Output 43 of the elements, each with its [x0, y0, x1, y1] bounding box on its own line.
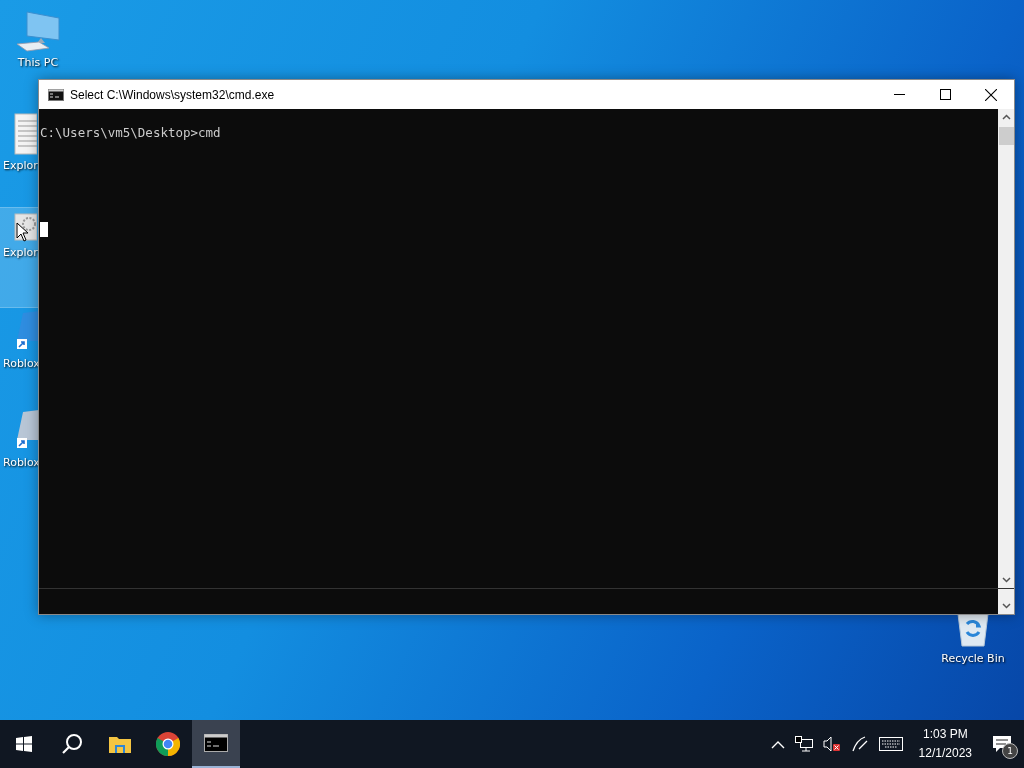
terminal-icon [204, 734, 228, 752]
mouse-pointer-icon [16, 222, 30, 242]
network-icon[interactable] [794, 736, 813, 752]
desktop-icon[interactable]: Recycle Bin [938, 612, 1008, 665]
folder-icon [109, 735, 131, 753]
time-label: 1:03 PM [922, 726, 968, 743]
scrollbar[interactable] [998, 109, 1014, 588]
keyboard-icon[interactable] [878, 737, 903, 751]
pen-icon[interactable] [850, 735, 869, 753]
scroll-up-icon[interactable] [1001, 114, 1011, 120]
icon-label: Roblox [3, 357, 40, 370]
minimize-icon [893, 94, 905, 95]
browser-icon [156, 732, 180, 756]
scroll-down-icon[interactable] [1001, 577, 1011, 583]
window-title: Select C:\Windows\system32\cmd.exe [70, 87, 275, 102]
terminal-icon [48, 88, 64, 101]
icon-label: Explor [3, 159, 38, 172]
desktop-icon[interactable]: This PC [0, 10, 76, 76]
clock[interactable]: 1:03 PM 12/1/2023 [912, 725, 978, 763]
scrollbar[interactable] [998, 589, 1014, 614]
recycle-bin-icon [955, 612, 991, 648]
close-icon [985, 88, 997, 101]
taskbar-app-button[interactable] [192, 720, 240, 768]
scroll-thumb[interactable] [998, 127, 1014, 145]
desktop-icon[interactable]: Explor [0, 208, 38, 307]
console-line: C:\Users\vm5\Desktop>cmd [40, 125, 222, 140]
muted-speaker-icon[interactable] [822, 736, 841, 752]
icon-label: This PC [17, 56, 59, 69]
notifications-button[interactable]: 1 [988, 730, 1016, 758]
icon-label: Recycle Bin [941, 652, 1005, 665]
date-label: 12/1/2023 [918, 745, 972, 762]
chevron-up-icon[interactable] [770, 739, 785, 749]
desktop-icon[interactable]: Explor [0, 109, 38, 208]
icon-label: Roblox [3, 456, 40, 469]
windows-logo-icon [16, 736, 32, 752]
search-icon [61, 733, 83, 755]
scroll-down-icon[interactable] [1001, 603, 1011, 609]
icon-label: Explor [3, 246, 38, 259]
computer-icon [15, 10, 61, 52]
notification-count: 1 [1002, 743, 1018, 759]
maximize-icon [939, 89, 951, 100]
desktop-icon[interactable]: Roblox [0, 406, 38, 505]
desktop-icon[interactable]: Roblox [0, 307, 38, 406]
